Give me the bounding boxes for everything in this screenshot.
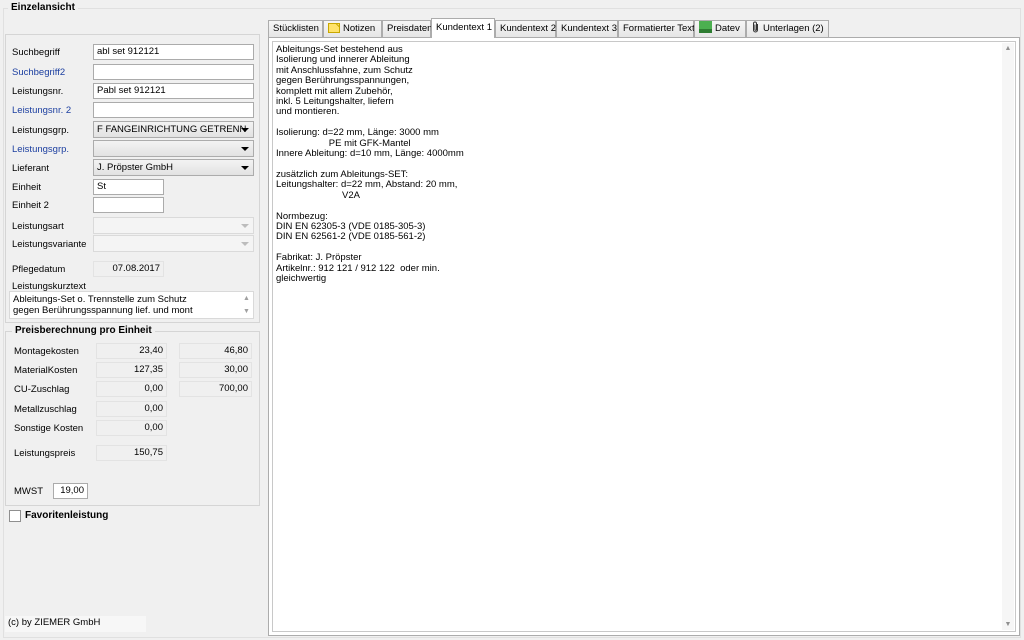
montagekosten-value: 23,40 [96, 343, 167, 359]
preisberechnung-title: Preisberechnung pro Einheit [12, 325, 155, 337]
leistungskurztext-textarea[interactable]: Ableitungs-Set o. Trennstelle zum Schutz… [9, 291, 254, 319]
chevron-down-icon [241, 147, 249, 151]
editor-scrollbar[interactable]: ▲ ▼ [1002, 43, 1014, 630]
tab-kundentext-2-label: Kundentext 2 [500, 23, 556, 34]
leistungsgrp2-label: Leistungsgrp. [12, 144, 70, 155]
tab-kundentext-3-label: Kundentext 3 [561, 23, 617, 34]
metallzuschlag-value: 0,00 [96, 401, 167, 417]
leistungsgrp-value: F FANGEINRICHTUNG GETRENN [97, 124, 247, 135]
scroll-up-icon[interactable]: ▲ [1002, 45, 1014, 52]
datev-icon [699, 21, 712, 38]
einheit2-label: Einheit 2 [12, 200, 49, 211]
montagekosten-label: Montagekosten [14, 346, 79, 357]
suchbegriff2-label: Suchbegriff2 [12, 67, 66, 78]
cu-zuschlag-value: 0,00 [96, 381, 167, 397]
copyright-text: (c) by ZIEMER GmbH [5, 616, 146, 632]
einheit2-input[interactable] [93, 197, 164, 213]
window-title: Einzelansicht [8, 2, 78, 14]
scroll-down-icon[interactable]: ▼ [1002, 621, 1014, 628]
tab-datev[interactable]: Datev [694, 20, 746, 37]
leistungsart-select[interactable] [93, 217, 254, 234]
materialkosten-value-2: 30,00 [179, 362, 252, 378]
tab-unterlagen[interactable]: Unterlagen (2) [746, 20, 829, 37]
favoritenleistung-checkbox[interactable] [9, 510, 21, 522]
tab-kundentext-1-label: Kundentext 1 [436, 22, 492, 33]
leistungspreis-value: 150,75 [96, 445, 167, 461]
lieferant-label: Lieferant [12, 163, 49, 174]
suchbegriff-label: Suchbegriff [12, 47, 60, 58]
leistungsgrp-label: Leistungsgrp. [12, 125, 70, 136]
chevron-down-icon [241, 128, 249, 132]
leistungsgrp2-select[interactable] [93, 140, 254, 157]
leistungsvariante-label: Leistungsvariante [12, 239, 87, 250]
tab-unterlagen-label: Unterlagen (2) [763, 23, 824, 34]
tab-kundentext-1[interactable]: Kundentext 1 [431, 18, 495, 38]
leistungsnr2-label: Leistungsnr. 2 [12, 105, 72, 116]
leistungsvariante-select[interactable] [93, 235, 254, 252]
leistungspreis-label: Leistungspreis [14, 448, 76, 459]
materialkosten-value: 127,35 [96, 362, 167, 378]
materialkosten-label: MaterialKosten [14, 365, 78, 376]
tab-kundentext-2[interactable]: Kundentext 2 [495, 20, 556, 37]
cu-zuschlag-value-2: 700,00 [179, 381, 252, 397]
leistungsnr-input[interactable]: Pabl set 912121 [93, 83, 254, 99]
chevron-down-icon [241, 242, 249, 246]
suchbegriff2-input[interactable] [93, 64, 254, 80]
mwst-label: MWST [14, 486, 44, 497]
leistungsart-label: Leistungsart [12, 221, 64, 232]
favoritenleistung-label[interactable]: Favoritenleistung [25, 510, 108, 522]
kundentext-content: Ableitungs-Set bestehend aus Isolierung … [276, 44, 464, 284]
sonstige-kosten-value: 0,00 [96, 420, 167, 436]
pflegedatum-value: 07.08.2017 [93, 261, 164, 277]
tab-notizen-label: Notizen [343, 23, 376, 34]
leistungsgrp-select[interactable]: F FANGEINRICHTUNG GETRENN [93, 121, 254, 138]
pflegedatum-label: Pflegedatum [12, 264, 66, 275]
leistungsnr-label: Leistungsnr. [12, 86, 64, 97]
cu-zuschlag-label: CU-Zuschlag [14, 384, 70, 395]
metallzuschlag-label: Metallzuschlag [14, 404, 77, 415]
einheit-input[interactable]: St [93, 179, 164, 195]
chevron-down-icon [241, 224, 249, 228]
kundentext-editor[interactable]: Ableitungs-Set bestehend aus Isolierung … [272, 41, 1016, 632]
scroll-down-icon[interactable]: ▼ [241, 306, 252, 317]
mwst-input[interactable]: 19,00 [53, 483, 88, 499]
lieferant-select[interactable]: J. Pröpster GmbH [93, 159, 254, 176]
sonstige-kosten-label: Sonstige Kosten [14, 423, 84, 434]
paperclip-icon [751, 21, 760, 38]
leistungsnr2-input[interactable] [93, 102, 254, 118]
tab-formatierter-text[interactable]: Formatierter Text [618, 20, 695, 37]
tab-preisdaten[interactable]: Preisdaten [382, 20, 433, 37]
scroll-up-icon[interactable]: ▲ [241, 293, 252, 304]
tab-formatierter-text-label: Formatierter Text [623, 23, 695, 34]
tab-preisdaten-label: Preisdaten [387, 23, 433, 34]
montagekosten-value-2: 46,80 [179, 343, 252, 359]
einheit-label: Einheit [12, 182, 42, 193]
tab-kundentext-3[interactable]: Kundentext 3 [556, 20, 618, 37]
tab-stuecklisten[interactable]: Stücklisten [268, 20, 323, 37]
tab-notizen[interactable]: Notizen [323, 20, 382, 37]
note-icon [328, 23, 340, 38]
lieferant-value: J. Pröpster GmbH [97, 162, 174, 173]
tab-stuecklisten-label: Stücklisten [273, 23, 319, 34]
suchbegriff-input[interactable]: abl set 912121 [93, 44, 254, 60]
chevron-down-icon [241, 166, 249, 170]
leistungskurztext-value: Ableitungs-Set o. Trennstelle zum Schutz… [13, 294, 193, 316]
tab-datev-label: Datev [715, 23, 740, 34]
